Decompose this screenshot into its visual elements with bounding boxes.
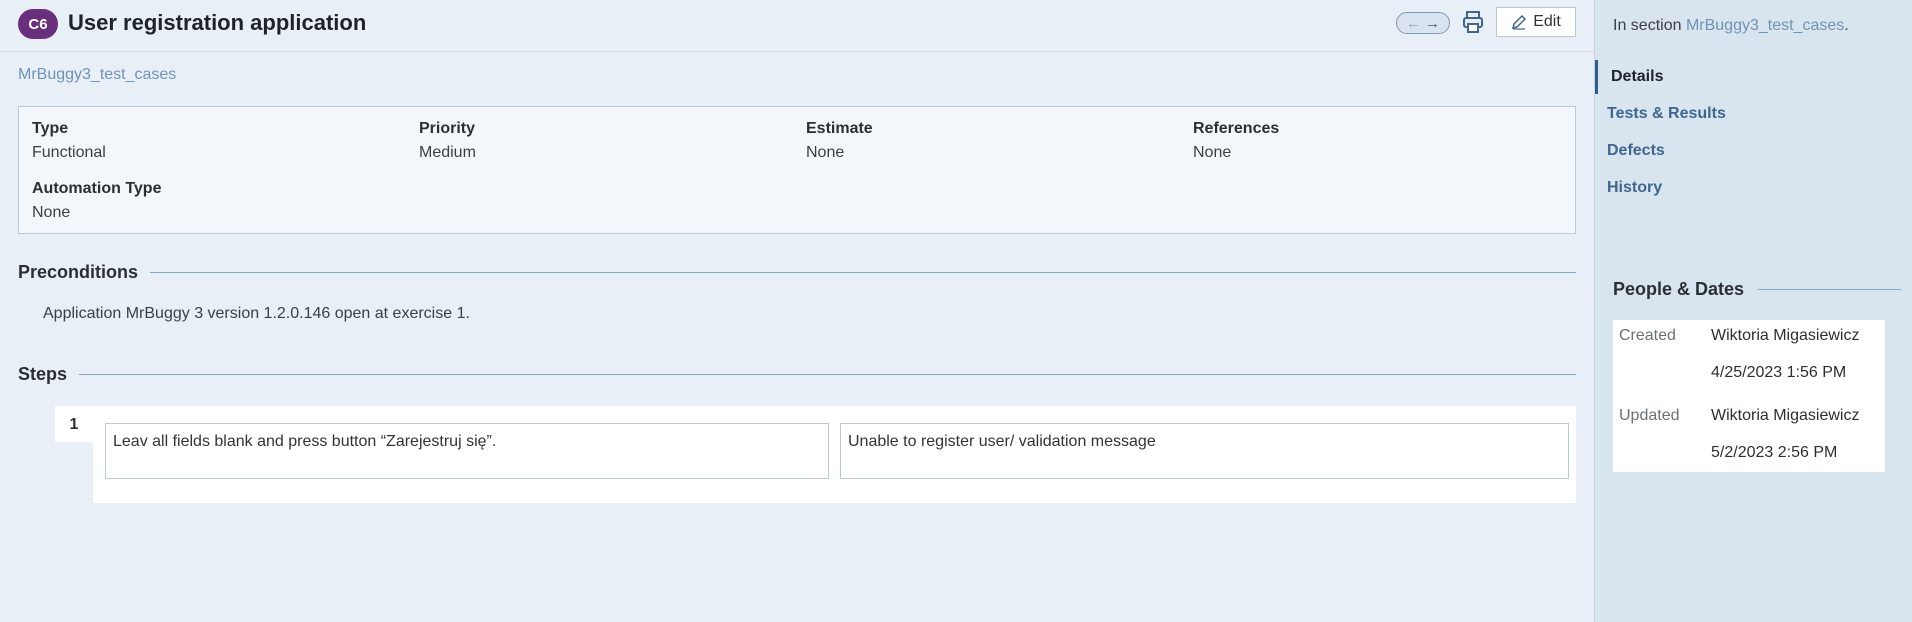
steps-title: Steps [18,364,68,384]
tab-defects[interactable]: Defects [1595,134,1912,168]
edit-label: Edit [1533,13,1561,30]
people-dates-title: People & Dates [1613,279,1745,299]
tab-details[interactable]: Details [1595,60,1912,94]
field-label: Estimate [806,120,873,137]
case-navigation: ← → [1396,12,1450,34]
main-content: C6 User registration application ← → Edi… [0,0,1594,622]
section-divider [1758,289,1901,290]
in-section-prefix: In section [1613,17,1682,34]
preconditions-title: Preconditions [18,262,139,282]
updated-by: Wiktoria Migasiewicz [1711,407,1860,424]
tab-tests-results[interactable]: Tests & Results [1595,97,1912,131]
step-expected-result: Unable to register user/ validation mess… [840,423,1569,479]
field-value: None [32,204,71,221]
case-id-badge: C6 [18,9,58,39]
step-number: 1 [55,406,93,442]
section-link[interactable]: MrBuggy3_test_cases [1686,17,1844,34]
section-divider [150,272,1576,273]
field-label: Type [32,120,69,137]
field-automation-type: Automation Type None [32,180,161,222]
created-label: Created [1619,327,1676,344]
field-value: None [806,144,845,161]
page-header: C6 User registration application ← → Edi… [0,0,1594,52]
sidebar: In section MrBuggy3_test_cases. Details … [1594,0,1912,622]
updated-at: 5/2/2023 2:56 PM [1711,444,1838,461]
breadcrumb-link[interactable]: MrBuggy3_test_cases [18,66,176,84]
arrow-left-icon[interactable]: ← [1406,16,1421,31]
field-type: Type Functional [32,120,106,162]
field-value: Medium [419,144,476,161]
field-label: Automation Type [32,180,162,197]
created-by: Wiktoria Migasiewicz [1711,327,1860,344]
printer-icon[interactable] [1462,10,1484,34]
arrow-right-icon[interactable]: → [1425,16,1440,31]
field-value: Functional [32,144,106,161]
step-action: Leav all fields blank and press button “… [105,423,829,479]
edit-button[interactable]: Edit [1496,7,1576,37]
steps-header: Steps [18,364,1576,385]
preconditions-header: Preconditions [18,262,1576,283]
details-box: Type Functional Priority Medium Estimate… [18,106,1576,234]
created-at: 4/25/2023 1:56 PM [1711,364,1847,381]
field-value: None [1193,144,1232,161]
section-divider [79,374,1576,375]
page-title: User registration application [68,10,367,35]
people-dates-header: People & Dates [1613,279,1901,300]
field-priority: Priority Medium [419,120,476,162]
updated-label: Updated [1619,407,1680,424]
field-estimate: Estimate None [806,120,873,162]
pencil-icon [1512,14,1527,30]
in-section-suffix: . [1844,17,1849,34]
people-dates-card: Created Wiktoria Migasiewicz 4/25/2023 1… [1613,320,1885,472]
in-section-text: In section MrBuggy3_test_cases. [1613,17,1849,35]
step-row: Leav all fields blank and press button “… [93,406,1576,503]
field-references: References None [1193,120,1279,162]
field-label: Priority [419,120,476,137]
preconditions-text: Application MrBuggy 3 version 1.2.0.146 … [43,305,470,322]
tab-history[interactable]: History [1595,171,1912,205]
field-label: References [1193,120,1280,137]
